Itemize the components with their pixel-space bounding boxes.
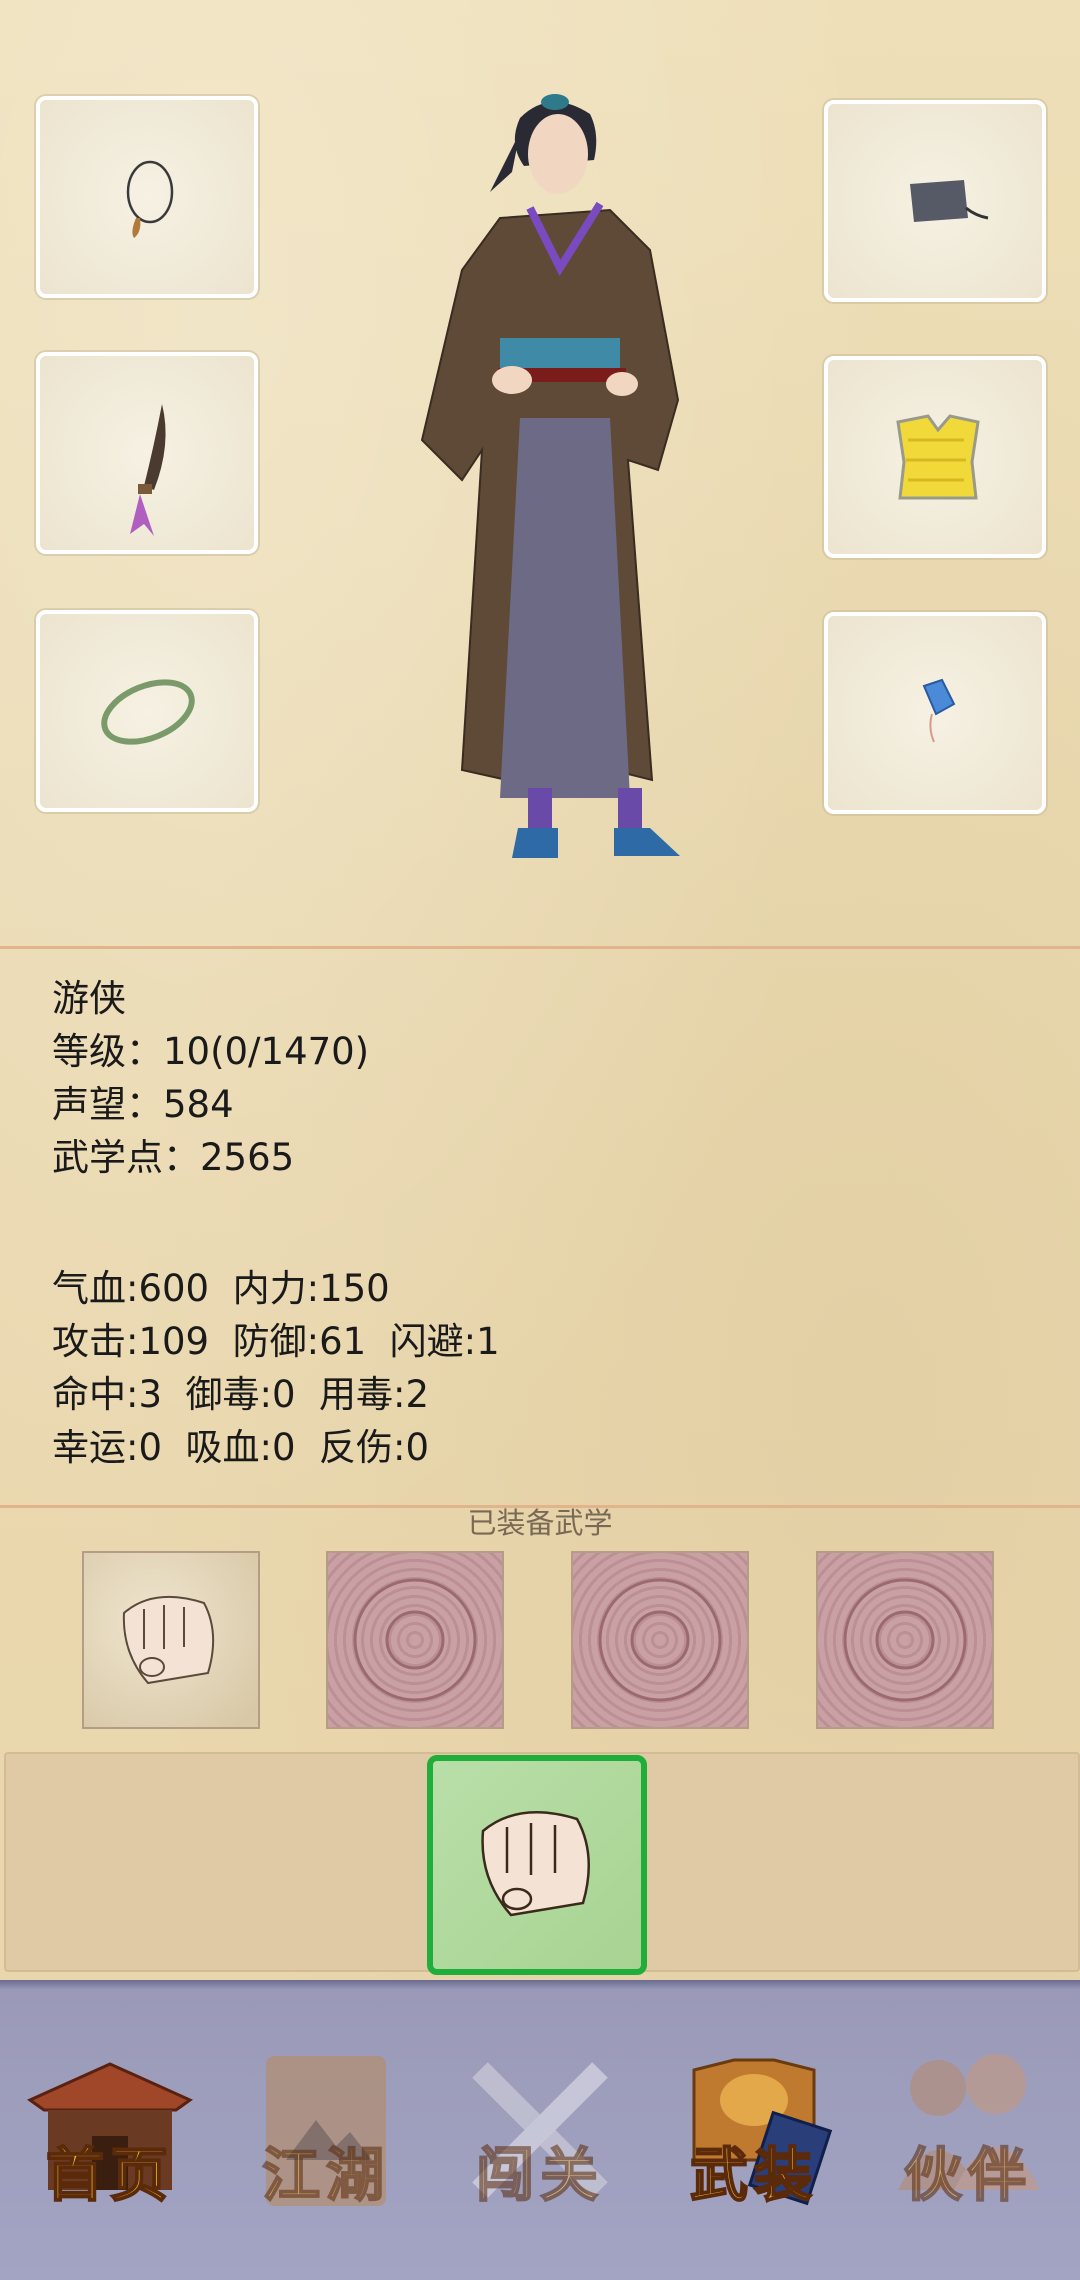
necklace-icon — [126, 160, 174, 238]
equip-slot-necklace[interactable] — [36, 96, 258, 298]
pendant-icon — [922, 678, 956, 743]
equip-slot-bracelet[interactable] — [36, 610, 258, 812]
bracelet-icon — [101, 679, 195, 745]
skill-slot-locked[interactable] — [816, 1551, 994, 1729]
nav-home[interactable]: 首页 — [20, 2040, 200, 2230]
divider-top — [0, 946, 1080, 949]
hat-icon — [910, 180, 989, 222]
attr-row: 幸运:0 吸血:0 反伤:0 — [52, 1426, 430, 1469]
equipped-skills-title: 已装备武学 — [467, 1506, 613, 1540]
character-title: 游侠 — [52, 977, 126, 1020]
selected-skill-fist[interactable] — [427, 1755, 647, 1975]
nav-label: 武装 — [689, 2140, 818, 2210]
skill-slot-locked[interactable] — [326, 1551, 504, 1729]
fist-icon — [481, 1811, 591, 1917]
nav-label: 江湖 — [261, 2140, 390, 2210]
locked-seal-icon — [598, 1578, 722, 1702]
nav-jianghu[interactable]: 江湖 — [236, 2040, 416, 2230]
nav-label: 闯关 — [475, 2140, 604, 2210]
nav-challenge[interactable]: 闯关 — [450, 2040, 630, 2230]
skill-slot-locked[interactable] — [571, 1551, 749, 1729]
equip-slot-pendant[interactable] — [824, 612, 1046, 814]
skill-slot-fist[interactable] — [82, 1551, 260, 1729]
attr-row: 攻击:109 防御:61 闪避:1 — [52, 1320, 500, 1363]
fist-icon — [122, 1595, 215, 1685]
locked-seal-icon — [353, 1578, 477, 1702]
attr-row: 命中:3 御毒:0 用毒:2 — [52, 1373, 430, 1416]
martial-points-text: 武学点：2565 — [52, 1136, 295, 1179]
equip-slot-armor[interactable] — [824, 356, 1046, 558]
equip-slot-weapon[interactable] — [36, 352, 258, 554]
equip-slot-hat[interactable] — [824, 100, 1046, 302]
nav-label: 首页 — [45, 2140, 174, 2210]
armor-icon — [896, 414, 980, 500]
attribute-list: 气血:600 内力:150 攻击:109 防御:61 闪避:1 命中:3 御毒:… — [52, 1262, 500, 1474]
locked-seal-icon — [843, 1578, 967, 1702]
character-info: 游侠 等级：10(0/1470) 声望：584 武学点：2565 — [52, 972, 369, 1184]
attr-row: 气血:600 内力:150 — [52, 1267, 390, 1310]
level-text: 等级：10(0/1470) — [52, 1030, 370, 1073]
nav-label: 伙伴 — [903, 2140, 1032, 2210]
nav-armory[interactable]: 武装 — [664, 2040, 844, 2230]
character-figure — [420, 94, 680, 858]
nav-partners[interactable]: 伙伴 — [878, 2040, 1058, 2230]
weapon-icon — [130, 404, 166, 536]
reputation-text: 声望：584 — [52, 1083, 234, 1126]
